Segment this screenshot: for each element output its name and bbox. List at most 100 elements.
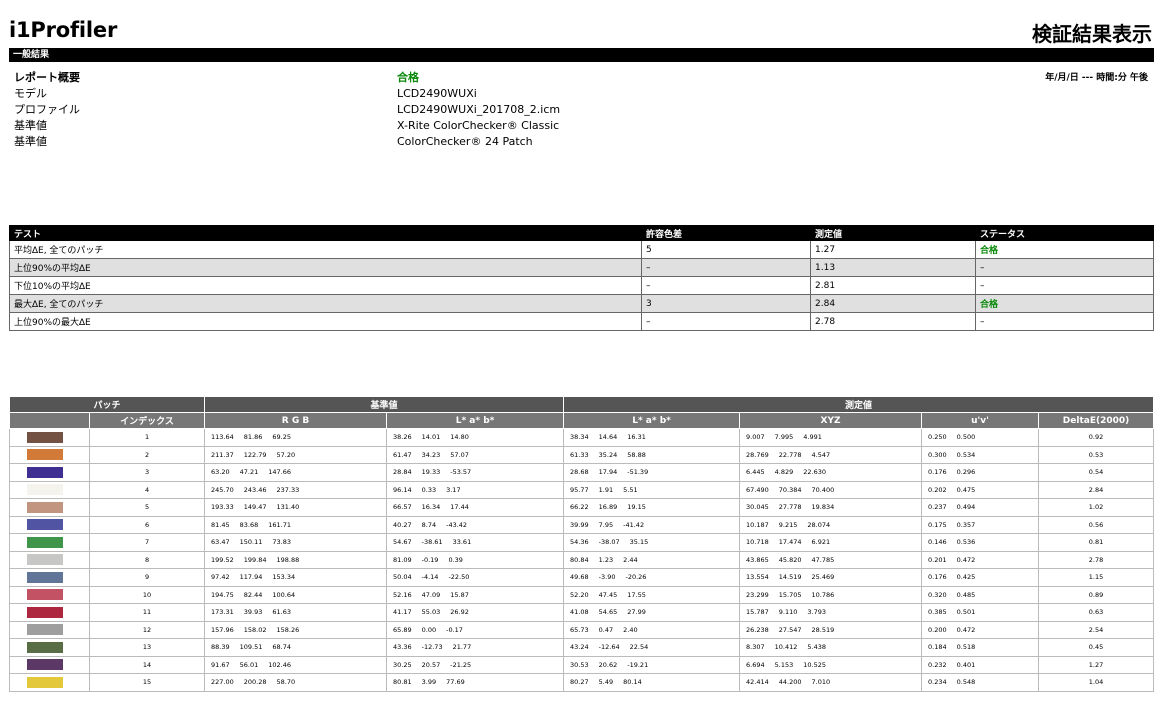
patch-delta-e: 0.54 — [1038, 463, 1154, 482]
patch-lab-ref-value: 65.89 — [393, 625, 412, 634]
patch-lab-meas-value: 1.23 — [598, 555, 614, 564]
patch-swatch-cell — [9, 498, 90, 517]
summary-label: レポート概要 — [14, 71, 80, 84]
patch-xyz-value: 4.991 — [803, 433, 822, 442]
patch-lab-meas-value: 22.54 — [629, 643, 649, 652]
patch-swatch — [26, 431, 63, 443]
patch-xyz-value: 25.469 — [811, 573, 835, 582]
patch-lab-meas-value: 1.91 — [598, 485, 614, 494]
patch-rgb-value: 237.33 — [276, 485, 300, 494]
patch-lab-meas-value: 0.47 — [598, 625, 614, 634]
patch-rgb-value: 245.70 — [211, 485, 234, 494]
patch-rgb-value: 117.94 — [239, 573, 263, 582]
test-name: 上位90%の最大∆E — [9, 312, 642, 331]
patch-rgb: 199.52 199.84 198.88 — [204, 550, 388, 569]
patch-uv-value: 0.472 — [956, 555, 976, 564]
patch-lab-meas-value: 30.53 — [570, 660, 589, 669]
test-status: – — [975, 312, 1154, 331]
patch-rgb: 193.33 149.47 131.40 — [204, 498, 388, 517]
patch-lab-ref: 66.57 16.34 17.44 — [386, 498, 565, 517]
test-status: – — [975, 276, 1154, 295]
patch-lab-meas: 66.22 16.89 19.15 — [563, 498, 741, 517]
patch-xyz-value: 70.384 — [778, 485, 802, 494]
patch-lab-meas-value: 66.22 — [570, 503, 589, 512]
patch-xyz-value: 47.785 — [811, 555, 835, 564]
patch-xyz: 67.490 70.384 70.400 — [739, 480, 923, 499]
patch-xyz-value: 28.769 — [746, 450, 769, 459]
patch-index: 10 — [88, 585, 206, 604]
patch-uv-value: 0.385 — [928, 608, 947, 617]
test-name: 下位10%の平均∆E — [9, 276, 642, 295]
patch-lab-meas-value: -38.07 — [598, 538, 620, 547]
patch-xyz-value: 10.786 — [811, 590, 835, 599]
patch-lab-ref-value: 26.92 — [450, 608, 469, 617]
patch-lab-meas: 95.77 1.91 5.51 — [563, 480, 741, 499]
patch-rgb: 194.75 82.44 100.64 — [204, 585, 388, 604]
test-results-table: テスト 許容色差 測定値 ステータス 平均∆E, 全てのパッチ 5 1.27 合格 上位… — [9, 225, 1154, 331]
patch-lab-ref-value: 0.39 — [448, 555, 463, 564]
patch-index: 3 — [88, 463, 206, 482]
patch-swatch — [26, 624, 63, 636]
patch-lab-meas-value: 47.45 — [598, 590, 618, 599]
patch-lab-ref-value: 0.00 — [421, 625, 437, 634]
patch-lab-ref: 96.14 0.33 3.17 — [386, 480, 565, 499]
patch-xyz: 42.414 44.200 7.010 — [739, 673, 923, 692]
patch-uv-value: 0.146 — [928, 538, 947, 547]
patch-lab-meas: 65.73 0.47 2.40 — [563, 620, 741, 639]
patch-xyz-value: 9.215 — [778, 520, 798, 529]
patch-swatch — [26, 589, 63, 601]
group-reference: 基準値 — [204, 396, 565, 413]
patch-row: 3 63.20 47.21 147.66 28.84 19.33 -53.57 28.68 17… — [9, 463, 1154, 482]
patch-xyz-value: 3.793 — [807, 608, 826, 617]
patch-lab-ref-value: 8.74 — [421, 520, 437, 529]
patch-swatch-cell — [9, 638, 90, 657]
patch-xyz-value: 23.299 — [746, 590, 769, 599]
report-date: 年/月/日 --- 時間:分 午後 — [1045, 73, 1148, 83]
summary-row-reference-set: 基準値 ColorChecker® 24 Patch — [0, 134, 1164, 150]
patch-index: 14 — [88, 655, 206, 674]
patch-lab-ref: 28.84 19.33 -53.57 — [386, 463, 565, 482]
patch-lab-ref-value: 43.36 — [393, 643, 412, 652]
patch-lab-meas-value: 39.99 — [570, 520, 589, 529]
patch-delta-e: 0.92 — [1038, 428, 1154, 447]
patch-lab-meas-value: 65.73 — [570, 625, 589, 634]
patch-rgb-value: 153.34 — [272, 573, 296, 582]
patch-row: 11 173.31 39.93 61.63 41.17 55.03 26.92 41.08 54… — [9, 603, 1154, 622]
patch-swatch — [26, 606, 63, 618]
patch-xyz-value: 28.074 — [807, 520, 831, 529]
patch-lab-ref-value: 28.84 — [393, 468, 412, 477]
test-status: – — [975, 258, 1154, 277]
patch-rgb-value: 68.74 — [272, 643, 291, 652]
group-measured: 測定値 — [563, 396, 1154, 413]
patch-lab-ref-value: 21.77 — [452, 643, 472, 652]
patch-lab-ref-value: 47.09 — [421, 590, 441, 599]
patch-index: 15 — [88, 673, 206, 692]
patch-swatch-cell — [9, 445, 90, 464]
patch-uv: 0.320 0.485 — [921, 585, 1040, 604]
patch-lab-meas: 43.24 -12.64 22.54 — [563, 638, 741, 657]
patch-rgb-value: 91.67 — [211, 660, 230, 669]
patch-lab-ref: 50.04 -4.14 -22.50 — [386, 568, 565, 587]
test-row: 下位10%の平均∆E –2.81– — [9, 276, 1154, 295]
patch-rgb: 227.00 200.28 58.70 — [204, 673, 388, 692]
patch-swatch-cell — [9, 533, 90, 552]
test-tolerance: – — [641, 258, 811, 277]
patch-xyz: 23.299 15.705 10.786 — [739, 585, 923, 604]
patch-row: 7 63.47 150.11 73.83 54.67 -38.61 33.61 54.36 -3… — [9, 533, 1154, 552]
summary-label: 基準値 — [14, 119, 47, 132]
patch-lab-meas-value: -41.42 — [623, 520, 645, 529]
patch-lab-meas-value: 52.20 — [570, 590, 589, 599]
patch-row: 13 88.39 109.51 68.74 43.36 -12.73 21.77 43.24-… — [9, 638, 1154, 657]
patch-lab-meas-value: -20.26 — [625, 573, 647, 582]
patch-uv-value: 0.176 — [928, 468, 947, 477]
patch-rgb-value: 243.46 — [243, 485, 267, 494]
patch-uv: 0.202 0.475 — [921, 480, 1040, 499]
patch-rgb-value: 158.02 — [243, 625, 267, 634]
patch-index: 6 — [88, 515, 206, 534]
col-test: テスト — [9, 225, 642, 241]
patch-rgb: 245.70 243.46 237.33 — [204, 480, 388, 499]
patch-lab-ref-value: 3.17 — [446, 485, 461, 494]
summary-label: プロファイル — [14, 103, 80, 116]
patch-lab-ref-value: 52.16 — [393, 590, 412, 599]
patch-swatch — [26, 466, 63, 478]
